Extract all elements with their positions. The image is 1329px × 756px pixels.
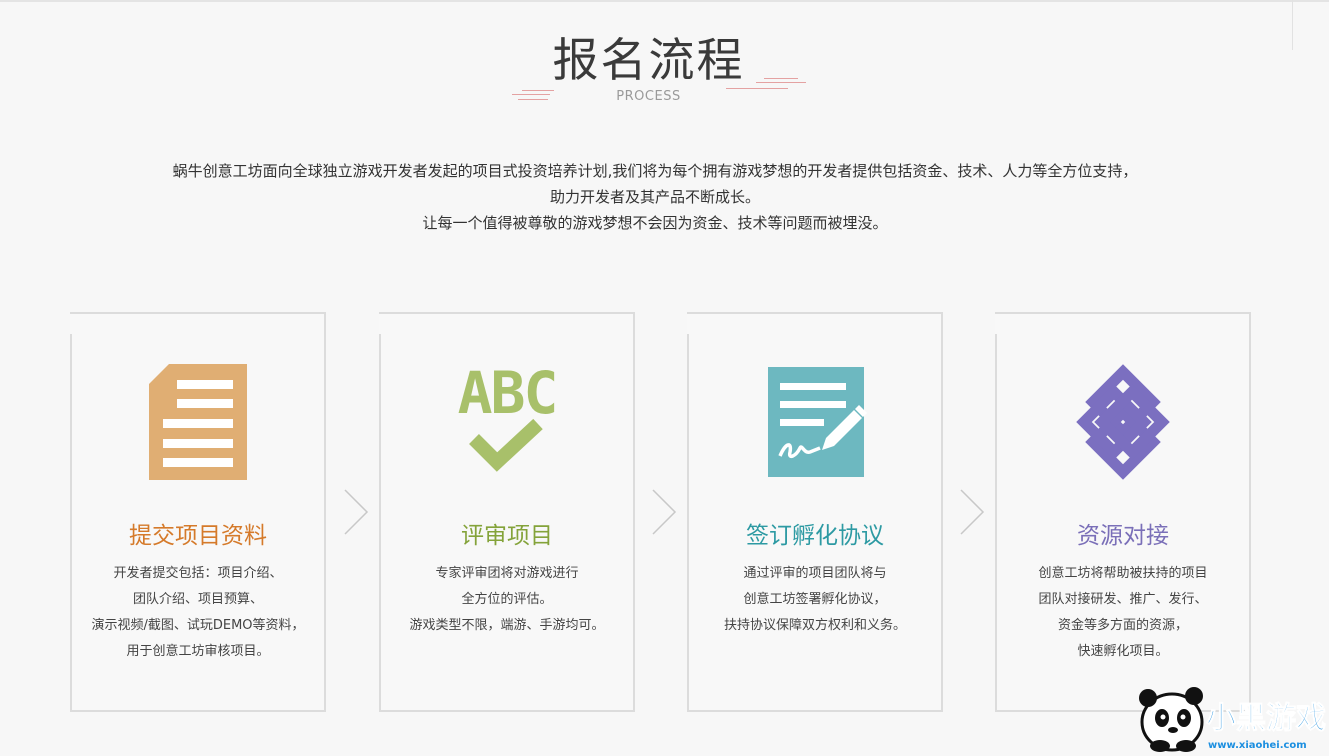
desc-line: 用于创意工坊审核项目。 xyxy=(126,644,270,659)
panda-logo-icon: 小黑游戏 www.xiaohei.com xyxy=(1139,687,1327,752)
desc-line: 创意工坊签署孵化协议， xyxy=(743,592,887,607)
abc-text: ABC xyxy=(458,364,557,427)
step-description: 通过评审的项目团队将与 创意工坊签署孵化协议， 扶持协议保障双方权利和义务。 xyxy=(687,561,943,639)
intro-line: 蜗牛创意工坊面向全球独立游戏开发者发起的项目式投资培养计划,我们将为每个拥有游戏… xyxy=(172,162,1138,180)
chevron-right-icon xyxy=(959,488,985,536)
page-title: 报名流程 xyxy=(552,33,745,87)
step-card-sign: 签订孵化协议 通过评审的项目团队将与 创意工坊签署孵化协议， 扶持协议保障双方权… xyxy=(687,312,943,712)
step-description: 开发者提交包括：项目介绍、 团队介绍、项目预算、 演示视频/截图、试玩DEMO等… xyxy=(70,561,326,665)
desc-line: 快速孵化项目。 xyxy=(1077,644,1169,659)
chevron-right-icon xyxy=(343,488,369,536)
watermark-url: www.xiaohei.com xyxy=(1208,740,1307,751)
desc-line: 团队对接研发、推广、发行、 xyxy=(1038,592,1208,607)
step-description: 专家评审团将对游戏进行 全方位的评估。 游戏类型不限，端游、手游均可。 xyxy=(379,561,635,639)
step-title: 评审项目 xyxy=(461,523,553,549)
desc-line: 创意工坊将帮助被扶持的项目 xyxy=(1038,566,1208,581)
step-title: 资源对接 xyxy=(1077,523,1169,549)
step-card-resources: 资源对接 创意工坊将帮助被扶持的项目 团队对接研发、推广、发行、 资金等多方面的… xyxy=(995,312,1251,712)
chevron-right-icon xyxy=(651,488,677,536)
desc-line: 团队介绍、项目预算、 xyxy=(132,592,263,607)
desc-line: 演示视频/截图、试玩DEMO等资料， xyxy=(91,618,305,633)
desc-line: 开发者提交包括：项目介绍、 xyxy=(113,566,283,581)
intro-text: 蜗牛创意工坊面向全球独立游戏开发者发起的项目式投资培养计划,我们将为每个拥有游戏… xyxy=(0,158,1310,236)
top-divider xyxy=(0,0,1329,2)
desc-line: 资金等多方面的资源， xyxy=(1057,618,1188,633)
contract-sign-icon xyxy=(760,364,870,480)
intro-line: 让每一个值得被尊敬的游戏梦想不会因为资金、技术等问题而被埋没。 xyxy=(422,214,888,232)
step-card-submit: 提交项目资料 开发者提交包括：项目介绍、 团队介绍、项目预算、 演示视频/截图、… xyxy=(70,312,326,712)
desc-line: 通过评审的项目团队将与 xyxy=(743,566,887,581)
page-subtitle: PROCESS xyxy=(616,89,681,104)
step-title: 提交项目资料 xyxy=(129,523,267,549)
watermark-logo: 小黑游戏 www.xiaohei.com xyxy=(1136,686,1329,752)
step-title: 签订孵化协议 xyxy=(746,523,884,549)
watermark-brand: 小黑游戏 xyxy=(1206,701,1326,736)
desc-line: 专家评审团将对游戏进行 xyxy=(435,566,579,581)
intro-line: 助力开发者及其产品不断成长。 xyxy=(549,188,760,206)
desc-line: 游戏类型不限，端游、手游均可。 xyxy=(409,618,605,633)
desc-line: 全方位的评估。 xyxy=(461,592,553,607)
step-card-review: ABC 评审项目 专家评审团将对游戏进行 全方位的评估。 游戏类型不限，端游、手… xyxy=(379,312,635,712)
document-icon xyxy=(143,364,253,480)
exchange-icon xyxy=(1068,364,1178,480)
desc-line: 扶持协议保障双方权利和义务。 xyxy=(723,618,906,633)
abc-check-icon: ABC xyxy=(452,364,562,480)
right-decoration xyxy=(726,78,806,92)
step-description: 创意工坊将帮助被扶持的项目 团队对接研发、推广、发行、 资金等多方面的资源， 快… xyxy=(995,561,1251,665)
